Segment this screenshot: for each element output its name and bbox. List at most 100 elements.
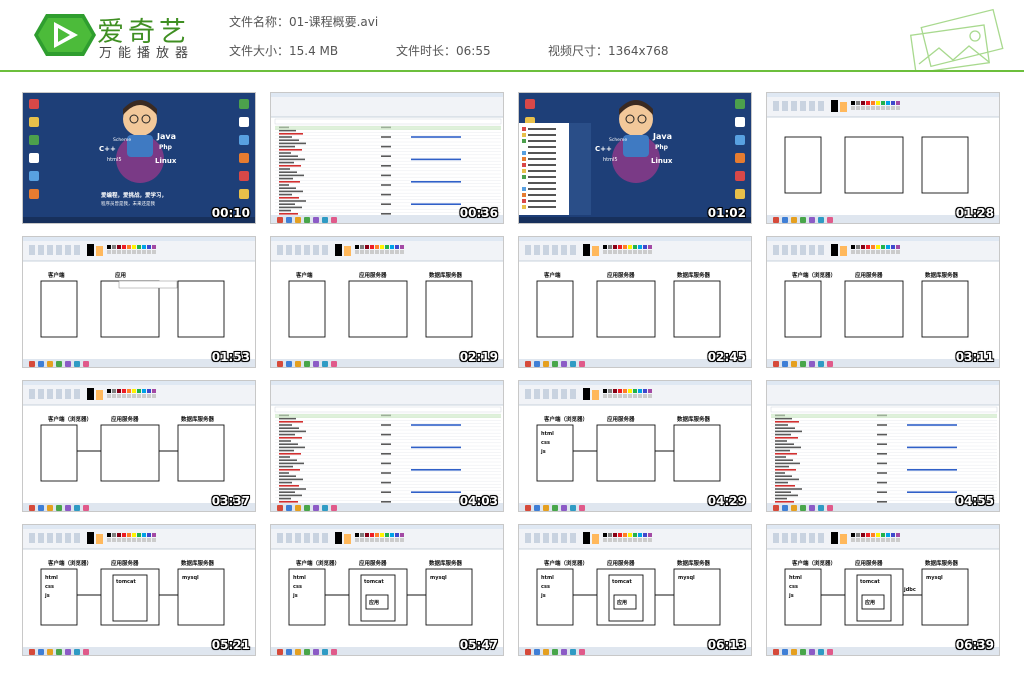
start-menu-icon: [522, 151, 526, 155]
start-menu-item: [528, 194, 556, 196]
ribbon-tool-icon: [800, 245, 806, 255]
palette-color: [370, 250, 374, 254]
palette-color: [861, 250, 865, 254]
palette-color: [122, 250, 126, 254]
ribbon-tool-icon: [561, 389, 567, 399]
app-server-heading: 应用服务器: [607, 415, 635, 423]
color1-swatch: [87, 388, 94, 400]
lang-html5: html5: [603, 157, 618, 163]
palette-color: [107, 538, 111, 542]
sheet-cell-text: [775, 430, 802, 433]
palette-color: [866, 245, 870, 249]
palette-color: [360, 250, 364, 254]
palette-color: [643, 250, 647, 254]
thumbnail-timestamp: 01:53: [211, 350, 250, 364]
ribbon-tool-icon: [65, 533, 71, 543]
palette-color: [137, 533, 141, 537]
palette-color: [891, 250, 895, 254]
video-thumbnail[interactable]: 01:28: [766, 92, 1000, 224]
sheet-cell-text: [279, 459, 297, 461]
desktop-icon: [29, 171, 39, 181]
palette-color: [628, 245, 632, 249]
video-thumbnail[interactable]: Java Scheme Php C++ html5 Linux 爱编程，爱挑战，爱学习， 程序…: [22, 92, 256, 224]
ribbon-tool-icon: [47, 389, 53, 399]
video-thumbnail[interactable]: 客户端（浏览器） 应用服务器 数据库服务器 03:11: [766, 236, 1000, 368]
palette-color: [147, 250, 151, 254]
palette-color: [623, 533, 627, 537]
desktop-icon: [239, 117, 249, 127]
sheet-cell-text: [381, 424, 391, 426]
js-label: js: [44, 593, 50, 599]
mysql-label: mysql: [678, 575, 695, 581]
window-titlebar: [519, 525, 751, 529]
video-thumbnail[interactable]: 客户端 应用服务器 数据库服务器 02:19: [270, 236, 504, 368]
ribbon-tool-icon: [295, 533, 301, 543]
color2-swatch: [840, 246, 847, 256]
video-thumbnail[interactable]: 客户端 应用服务器 数据库服务器 02:45: [518, 236, 752, 368]
sheet-cell-text: [381, 491, 391, 493]
taskbar-app-icon: [791, 649, 797, 655]
db-server-heading: 数据库服务器: [181, 415, 215, 423]
ribbon-tool-icon: [818, 533, 824, 543]
video-resolution-label: 视频尺寸：: [548, 44, 609, 58]
sheet-cell-text: [775, 440, 787, 442]
taskbar-app-icon: [818, 361, 824, 367]
video-thumbnail[interactable]: 客户端（浏览器） 应用服务器 数据库服务器 html css js tomcat mysql 0…: [22, 524, 256, 656]
taskbar-app-icon: [579, 649, 585, 655]
sheet-cell-text: [381, 136, 391, 138]
palette-color: [107, 389, 111, 393]
video-thumbnail[interactable]: 04:55: [766, 380, 1000, 512]
window-titlebar: [271, 93, 503, 97]
video-thumbnail[interactable]: Java Scheme Php C++ html5 Linux 01:02: [518, 92, 752, 224]
sheet-cell-text: [411, 158, 461, 161]
palette-color: [390, 533, 394, 537]
video-thumbnail[interactable]: 客户端（浏览器） 应用服务器 数据库服务器 html css js 04:29: [518, 380, 752, 512]
video-thumbnail[interactable]: 客户端（浏览器） 应用服务器 数据库服务器 html css js tomcat mysql 应…: [270, 524, 504, 656]
sheet-cell-text: [775, 456, 786, 458]
palette-color: [876, 533, 880, 537]
file-size: 文件大小：15.4 MB: [229, 42, 338, 59]
sheet-cell-text: [411, 203, 461, 205]
palette-color: [375, 538, 379, 542]
palette-color: [638, 245, 642, 249]
palette-color: [643, 245, 647, 249]
taskbar-app-icon: [83, 505, 89, 511]
video-thumbnail[interactable]: 04:03: [270, 380, 504, 512]
thumbnail-timestamp: 06:39: [955, 638, 994, 652]
video-thumbnail[interactable]: 客户端（浏览器） 应用服务器 数据库服务器 html css js tomcat mysql 应…: [518, 524, 752, 656]
taskbar-app-icon: [47, 361, 53, 367]
file-size-value: 15.4 MB: [289, 44, 339, 58]
decorative-frames-icon: [909, 8, 1004, 70]
sheet-cell-text: [381, 165, 391, 167]
sheet-cell-text: [877, 481, 887, 484]
sheet-cell-text: [877, 453, 887, 455]
palette-color: [360, 245, 364, 249]
taskbar-app-icon: [295, 505, 301, 511]
start-menu-item: [528, 182, 556, 184]
video-thumbnail[interactable]: 00:36: [270, 92, 504, 224]
sheet-cell-text: [775, 427, 795, 429]
ribbon-tool-icon: [29, 245, 35, 255]
sheet-cell-text: [907, 491, 957, 493]
taskbar-app-icon: [561, 505, 567, 511]
taskbar-app-icon: [286, 505, 292, 511]
palette-color: [643, 533, 647, 537]
color2-swatch: [344, 246, 351, 256]
sheet-cell-text: [279, 446, 305, 449]
sheet-cell-text: [877, 472, 887, 474]
palette-color: [380, 538, 384, 542]
palette-color: [147, 389, 151, 393]
tomcat-label: tomcat: [364, 579, 384, 585]
video-thumbnail[interactable]: 客户端（浏览器） 应用服务器 数据库服务器 html css js tomcat mysql 应…: [766, 524, 1000, 656]
taskbar-app-icon: [295, 217, 301, 223]
taskbar-app-icon: [56, 505, 62, 511]
thumbnail-timestamp: 05:47: [459, 638, 498, 652]
palette-color: [881, 250, 885, 254]
palette-color: [137, 538, 141, 542]
palette-color: [876, 538, 880, 542]
thumbnail-timestamp: 03:37: [211, 494, 250, 508]
client-heading: 客户端（浏览器）: [791, 559, 836, 567]
start-menu-item: [528, 188, 556, 190]
video-thumbnail[interactable]: 客户端（浏览器） 应用服务器 数据库服务器 03:37: [22, 380, 256, 512]
video-thumbnail[interactable]: 客户端 应用 01:53: [22, 236, 256, 368]
